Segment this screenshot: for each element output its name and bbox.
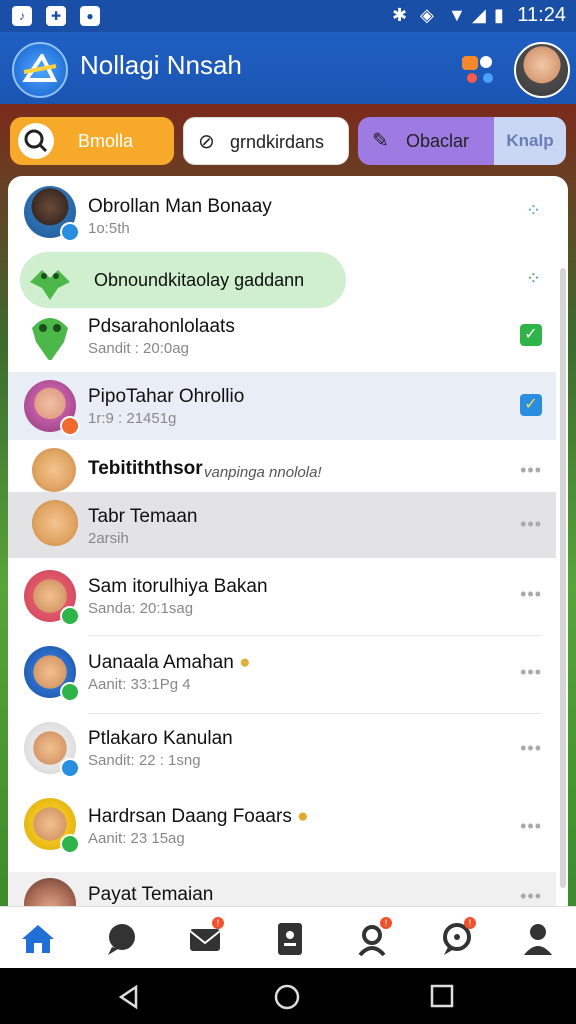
list-item[interactable]: Pdsarahonlolaats Sandit : 20:0ag ✓ [8,306,556,368]
divider [88,713,542,714]
contact-name: Tabr Temaan [88,506,198,527]
chip-label: Bmolla [78,131,134,151]
signal-icon: ◢ [472,5,486,25]
list-item[interactable]: Ptlakaro Kanulan Sandit: 22 : 1sng ••• [8,716,556,792]
more-options-icon[interactable]: ••• [520,514,542,535]
camera-icon[interactable] [460,52,496,86]
notification-icon: ● [80,6,100,26]
loading-icon: ⁘ [525,200,542,220]
more-options-icon[interactable]: ••• [520,738,542,759]
more-options-icon[interactable]: ••• [520,816,542,837]
friends-icon[interactable]: ! [354,917,394,959]
contact-subtitle: Aanit: 33:1Pg 4 [88,676,191,693]
chip-segment[interactable]: Knalp [494,117,566,165]
list-item[interactable]: PipoTahar Ohrollio 1r:9 : 21451g ✓ [8,372,556,440]
contact-name: Payat Temaian [88,884,214,905]
status-badge [60,682,80,702]
check-icon[interactable]: ✓ [520,324,542,346]
contacts-icon[interactable] [270,919,310,959]
notification-icon: ✚ [46,6,66,26]
wifi-icon: ▼ [448,5,466,25]
bottom-nav: ! ! ! [0,906,576,969]
chip-label: Obaclar [406,131,470,151]
messages-icon[interactable]: ! [438,917,478,959]
more-options-icon[interactable]: ••• [520,460,542,481]
scrollbar[interactable] [560,268,566,888]
message-preview: vanpinga nnolola! [204,464,322,481]
battery-icon: ▮ [494,5,504,25]
more-options-icon[interactable]: ••• [520,662,542,683]
contact-subtitle: 2arsih [88,530,129,547]
chip-label: grndkirdans [230,132,325,152]
bubble-text: Obnoundkitaolay gaddann [94,270,305,290]
contact-name: Ptlakaro Kanulan [88,728,233,749]
notification-badge: ! [380,917,392,929]
contact-subtitle: Sanda: 20:1sag [88,600,194,617]
back-icon[interactable] [116,984,142,1010]
list-item[interactable]: Obnoundkitaolay gaddann ⁘ [8,250,556,310]
list-item[interactable]: Tabr Temaan 2arsih ••• [8,492,556,558]
contact-name: Hardrsan Daang Foaars ● [88,806,309,827]
recents-icon[interactable] [430,984,454,1008]
home-icon[interactable] [18,919,58,959]
notification-icon: ♪ [12,6,32,26]
vibrate-icon: ◈ [420,5,434,25]
chat-list[interactable]: Obrollan Man Bonaay 1o:5th ⁘ Obnoundkita… [8,176,568,906]
frog-avatar [24,308,76,360]
link-icon: ⊘ [198,131,215,153]
more-options-icon[interactable]: ••• [520,584,542,605]
contact-subtitle: 1o:5th [88,220,130,237]
avatar[interactable] [514,42,570,98]
list-item[interactable]: Obrollan Man Bonaay 1o:5th ⁘ [8,176,556,244]
emoji-icon: ● [239,652,251,673]
search-icon [18,123,54,159]
status-badge [60,758,80,778]
list-item[interactable]: Payat Temaian ••• [8,872,556,906]
frog-icon [24,256,76,308]
loading-icon: ⁘ [525,268,542,288]
contact-subtitle: Sandit : 20:0ag [88,340,189,357]
chat-icon[interactable] [102,919,142,959]
divider [88,635,542,636]
app-header: Nollagi Nnsah [0,32,576,104]
list-item[interactable]: Tebitiththsor vanpinga nnolola! ••• [8,442,556,492]
status-badge [60,416,80,436]
notification-badge: ! [212,917,224,929]
list-item[interactable]: Sam itorulhiya Bakan Sanda: 20:1sag ••• [8,562,556,636]
avatar [32,448,76,492]
status-bar: ♪ ✚ ● ✱ ◈ ▼ ◢ ▮ 11:24 [0,0,576,32]
filter-chip-grndkirdans[interactable]: ⊘ grndkirdans [183,117,349,165]
clock: 11:24 [517,4,566,26]
contact-subtitle: 1r:9 : 21451g [88,410,177,427]
contact-name: Obrollan Man Bonaay [88,196,272,217]
edit-icon: ✎ [372,130,389,152]
contact-name: Sam itorulhiya Bakan [88,576,268,597]
filter-chip-bmolla[interactable]: Bmolla [10,117,174,165]
contact-name: Tebitiththsor [88,458,203,479]
contact-name: Uanaala Amahan ● [88,652,251,673]
bluetooth-icon: ✱ [392,5,408,25]
system-nav-bar [0,968,576,1024]
filter-chip-obaclar[interactable]: ✎ Obaclar Knalp [358,117,566,165]
app-logo [12,42,68,98]
mail-icon[interactable]: ! [186,917,226,959]
list-item[interactable]: Uanaala Amahan ● Aanit: 33:1Pg 4 ••• [8,638,556,714]
contact-name: Pdsarahonlolaats [88,316,235,337]
status-badge [60,606,80,626]
more-options-icon[interactable]: ••• [520,886,542,906]
contact-name: PipoTahar Ohrollio [88,386,245,407]
emoji-icon: ● [297,806,309,827]
home-button-icon[interactable] [274,984,300,1010]
notification-badge: ! [464,917,476,929]
list-item[interactable]: Hardrsan Daang Foaars ● Aanit: 23 15ag •… [8,792,556,868]
check-icon[interactable]: ✓ [520,394,542,416]
status-badge [60,834,80,854]
profile-icon[interactable] [518,919,558,959]
status-badge [60,222,80,242]
contact-subtitle: Sandit: 22 : 1sng [88,752,201,769]
avatar [32,500,78,546]
avatar [24,878,76,906]
app-title: Nollagi Nnsah [80,50,242,80]
contact-subtitle: Aanit: 23 15ag [88,830,185,847]
